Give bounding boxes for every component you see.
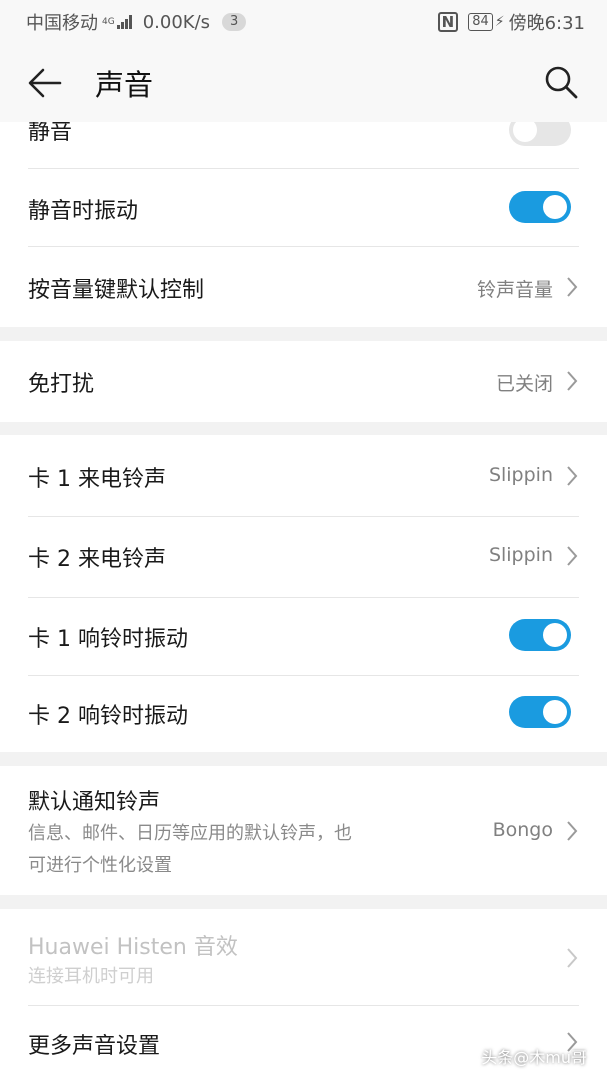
notification-count-badge: 3 bbox=[222, 13, 247, 31]
histen-label: Huawei Histen 音效 bbox=[28, 935, 238, 960]
nfc-icon: N bbox=[437, 12, 459, 32]
watermark: 头条@木mu哥 bbox=[481, 1048, 587, 1067]
clock: 傍晚6:31 bbox=[508, 13, 585, 34]
sim1-vibrate-toggle[interactable] bbox=[509, 619, 571, 651]
sim1-ringtone-row[interactable]: 卡 1 来电铃声 Slippin bbox=[0, 435, 607, 516]
sim2-ringtone-label: 卡 2 来电铃声 bbox=[28, 547, 166, 572]
sim2-ringtone-value: Slippin bbox=[488, 544, 553, 566]
toggle-knob bbox=[543, 195, 567, 219]
chevron-right-icon bbox=[567, 371, 578, 391]
section-notification: 默认通知铃声 信息、邮件、日历等应用的默认铃声，也 可进行个性化设置 Bongo bbox=[0, 766, 607, 895]
network-type: 4G bbox=[102, 16, 115, 27]
status-bar: 中国移动 4G 0.00K/s 3 N 84 ⚡ 傍晚6:31 bbox=[0, 0, 607, 42]
settings-content: 静音 静音时振动 按音量键默认控制 铃声音量 免打扰 已关闭 卡 1 来电铃声 … bbox=[0, 0, 607, 1080]
carrier-name: 中国移动 bbox=[26, 13, 98, 34]
chevron-right-icon bbox=[567, 466, 578, 486]
sim1-ringtone-label: 卡 1 来电铃声 bbox=[28, 467, 166, 492]
section-sim: 卡 1 来电铃声 Slippin 卡 2 来电铃声 Slippin 卡 1 响铃… bbox=[0, 435, 607, 752]
sim2-vibrate-row[interactable]: 卡 2 响铃时振动 bbox=[0, 676, 607, 752]
sim2-vibrate-toggle[interactable] bbox=[509, 696, 571, 728]
histen-desc: 连接耳机时可用 bbox=[28, 966, 154, 987]
notification-ringtone-label: 默认通知铃声 bbox=[28, 790, 161, 815]
volume-key-value: 铃声音量 bbox=[476, 279, 553, 301]
dnd-value: 已关闭 bbox=[495, 373, 553, 395]
charging-icon: ⚡ bbox=[494, 14, 505, 30]
vibrate-silent-label: 静音时振动 bbox=[28, 199, 139, 224]
notification-ringtone-row[interactable]: 默认通知铃声 信息、邮件、日历等应用的默认铃声，也 可进行个性化设置 Bongo bbox=[0, 766, 607, 895]
dnd-row[interactable]: 免打扰 已关闭 bbox=[0, 341, 607, 422]
sim2-ringtone-row[interactable]: 卡 2 来电铃声 Slippin bbox=[0, 517, 607, 597]
chevron-right-icon bbox=[567, 277, 578, 297]
section-general: 静音 静音时振动 按音量键默认控制 铃声音量 bbox=[0, 100, 607, 327]
chevron-right-icon bbox=[567, 821, 578, 841]
dnd-label: 免打扰 bbox=[28, 372, 95, 397]
network-speed: 0.00K/s bbox=[142, 11, 211, 33]
vibrate-silent-row[interactable]: 静音时振动 bbox=[0, 169, 607, 246]
volume-key-label: 按音量键默认控制 bbox=[28, 278, 205, 303]
vibrate-silent-toggle[interactable] bbox=[509, 191, 571, 223]
histen-row: Huawei Histen 音效 连接耳机时可用 bbox=[0, 909, 607, 1005]
section-dnd: 免打扰 已关闭 bbox=[0, 341, 607, 422]
sim1-ringtone-value: Slippin bbox=[488, 464, 553, 486]
sim1-vibrate-row[interactable]: 卡 1 响铃时振动 bbox=[0, 598, 607, 675]
back-arrow-icon[interactable] bbox=[26, 64, 64, 102]
volume-key-row[interactable]: 按音量键默认控制 铃声音量 bbox=[0, 247, 607, 327]
page-title: 声音 bbox=[95, 68, 154, 102]
notification-ringtone-value: Bongo bbox=[492, 819, 553, 841]
chevron-right-icon bbox=[567, 546, 578, 566]
sim1-vibrate-label: 卡 1 响铃时振动 bbox=[28, 627, 188, 652]
more-sound-settings-row[interactable]: 更多声音设置 bbox=[0, 1006, 607, 1080]
more-sound-settings-label: 更多声音设置 bbox=[28, 1034, 161, 1059]
notification-ringtone-desc-line1: 信息、邮件、日历等应用的默认铃声，也 bbox=[28, 823, 352, 844]
notification-ringtone-desc-line2: 可进行个性化设置 bbox=[28, 855, 172, 876]
app-bar: 声音 bbox=[0, 42, 607, 122]
chevron-right-icon bbox=[567, 948, 578, 968]
toggle-knob bbox=[543, 623, 567, 647]
battery-icon: 84 bbox=[468, 13, 493, 31]
search-icon[interactable] bbox=[543, 64, 579, 100]
toggle-knob bbox=[543, 700, 567, 724]
sim2-vibrate-label: 卡 2 响铃时振动 bbox=[28, 704, 188, 729]
signal-icon bbox=[116, 15, 133, 29]
